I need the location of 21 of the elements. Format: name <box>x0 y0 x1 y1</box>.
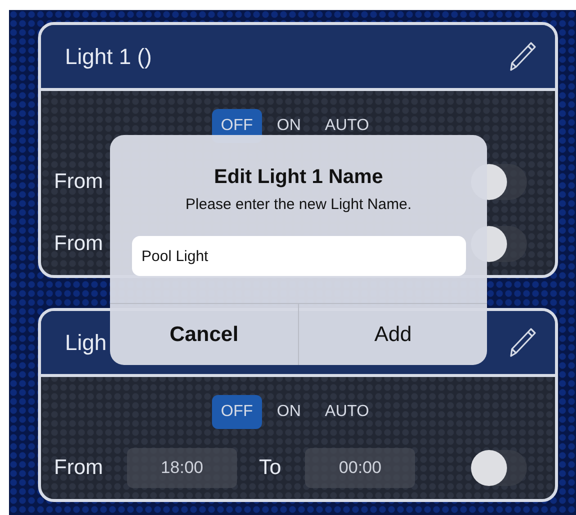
mode-tab[interactable]: AUTO <box>316 395 378 429</box>
mode-tab[interactable]: ON <box>268 109 310 143</box>
from-label: From <box>54 232 103 256</box>
toggle-switch[interactable] <box>471 450 527 486</box>
pencil-icon[interactable] <box>507 40 537 74</box>
mode-tab[interactable]: OFF <box>212 395 262 429</box>
dialog-message: Please enter the new Light Name. <box>186 196 412 213</box>
card-title: Light 1 () <box>65 44 152 70</box>
dialog-title: Edit Light 1 Name <box>214 166 383 189</box>
from-label: From <box>54 456 103 480</box>
add-button[interactable]: Add <box>298 304 487 365</box>
time-field[interactable]: 00:00 <box>305 448 416 488</box>
from-label: From <box>54 170 103 194</box>
mode-tab[interactable]: ON <box>268 395 310 429</box>
name-input-field[interactable]: Pool Light <box>132 236 466 276</box>
to-label: To <box>259 456 282 480</box>
time-field[interactable]: 18:00 <box>127 448 237 488</box>
mode-tab[interactable]: AUTO <box>316 109 378 143</box>
cancel-button[interactable]: Cancel <box>110 304 298 365</box>
pencil-icon[interactable] <box>507 326 537 360</box>
card-title: Ligh <box>65 330 107 356</box>
